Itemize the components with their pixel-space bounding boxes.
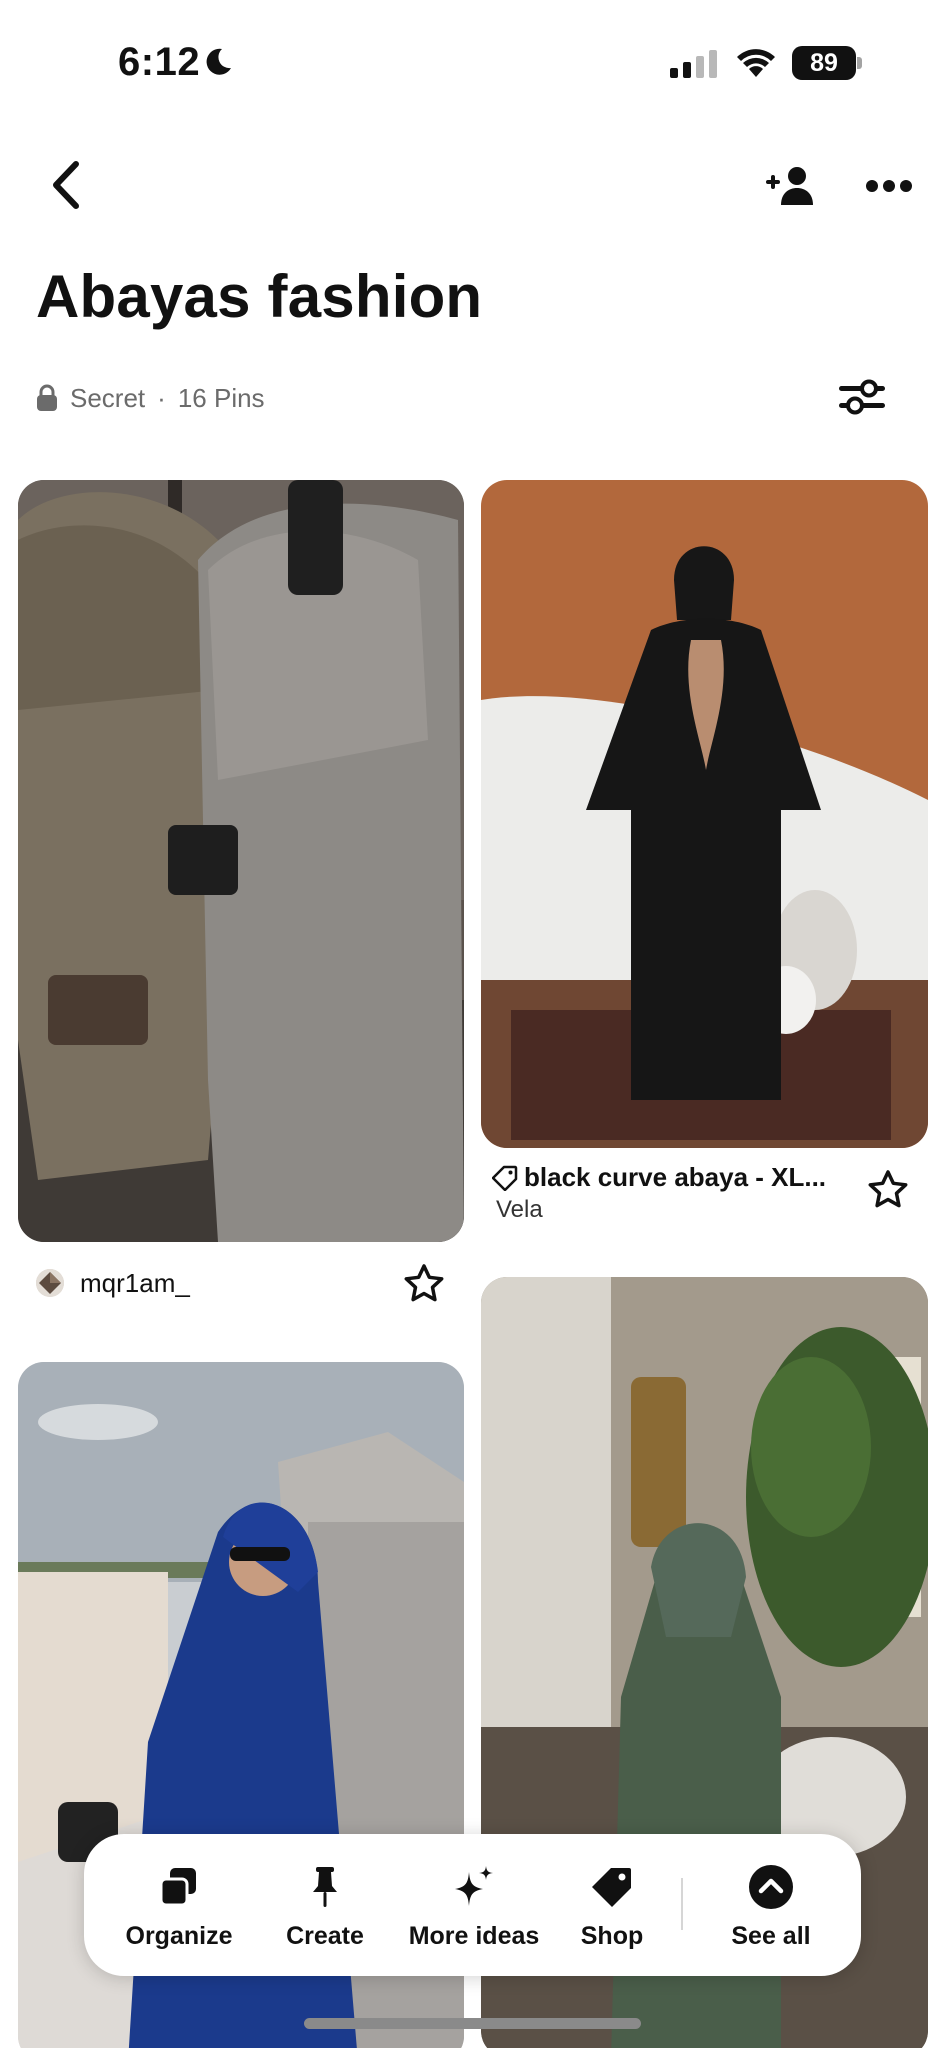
avatar[interactable] (36, 1269, 64, 1297)
create-button[interactable]: Create (270, 1834, 380, 1976)
chevron-left-icon (53, 161, 79, 209)
board-action-bar: Organize Create More ideas Shop See all (84, 1834, 861, 1976)
battery-icon: 89 (792, 46, 862, 80)
shop-button[interactable]: Shop (562, 1834, 662, 1976)
tag-icon (492, 1165, 518, 1191)
meta-separator: · (157, 382, 166, 413)
pin-photo-black-curve-abaya (481, 480, 928, 1148)
tag-icon (592, 1868, 631, 1907)
pin-photo-two-women-mirror-selfie (18, 480, 464, 1242)
add-person-icon (766, 167, 813, 205)
more-ideas-label: More ideas (408, 1922, 540, 1950)
sparkle-icon (455, 1866, 493, 1906)
sliders-icon (839, 379, 885, 415)
ellipsis-icon (866, 180, 912, 192)
pin-username[interactable]: mqr1am_ (80, 1268, 190, 1299)
back-button[interactable] (30, 150, 100, 220)
pin-count: 16 Pins (177, 382, 265, 413)
organize-button[interactable]: Organize (114, 1834, 244, 1976)
shop-label: Shop (580, 1922, 644, 1950)
pin-brand[interactable]: Vela (496, 1196, 543, 1224)
pin-title[interactable]: black curve abaya - XL... (524, 1162, 826, 1193)
create-label: Create (286, 1922, 364, 1950)
more-ideas-button[interactable]: More ideas (399, 1834, 549, 1976)
signal-icon (670, 50, 717, 78)
status-bar: 6:12 89 (0, 0, 945, 120)
pin-footer: mqr1am_ (30, 1260, 460, 1310)
status-time: 6:12 (118, 40, 201, 84)
chevron-up-circle-icon (749, 1865, 793, 1909)
privacy-label: Secret (70, 382, 146, 413)
add-collaborator-button[interactable] (755, 155, 827, 217)
avatar-image (36, 1269, 64, 1297)
star-outline-icon[interactable] (402, 1262, 446, 1306)
board-meta: Secret · 16 Pins (36, 378, 265, 418)
home-indicator (304, 2018, 641, 2029)
lock-icon (37, 384, 57, 411)
pin-icon (313, 1867, 337, 1907)
action-divider (681, 1878, 683, 1930)
pin-image[interactable] (481, 480, 928, 1148)
organize-icon (159, 1868, 196, 1907)
see-all-label: See all (731, 1922, 811, 1950)
board-title: Abayas fashion (36, 263, 483, 330)
star-outline-icon[interactable] (866, 1168, 910, 1212)
pin-image[interactable] (18, 480, 464, 1242)
moon-icon (206, 48, 231, 75)
see-all-button[interactable]: See all (701, 1834, 841, 1976)
filter-button[interactable] (830, 366, 894, 428)
more-options-button[interactable] (854, 160, 924, 212)
pin-footer: black curve abaya - XL... Vela (492, 1160, 928, 1230)
organize-label: Organize (125, 1922, 233, 1950)
battery-level: 89 (792, 46, 856, 80)
battery-tip (857, 57, 862, 69)
wifi-icon (737, 49, 775, 77)
